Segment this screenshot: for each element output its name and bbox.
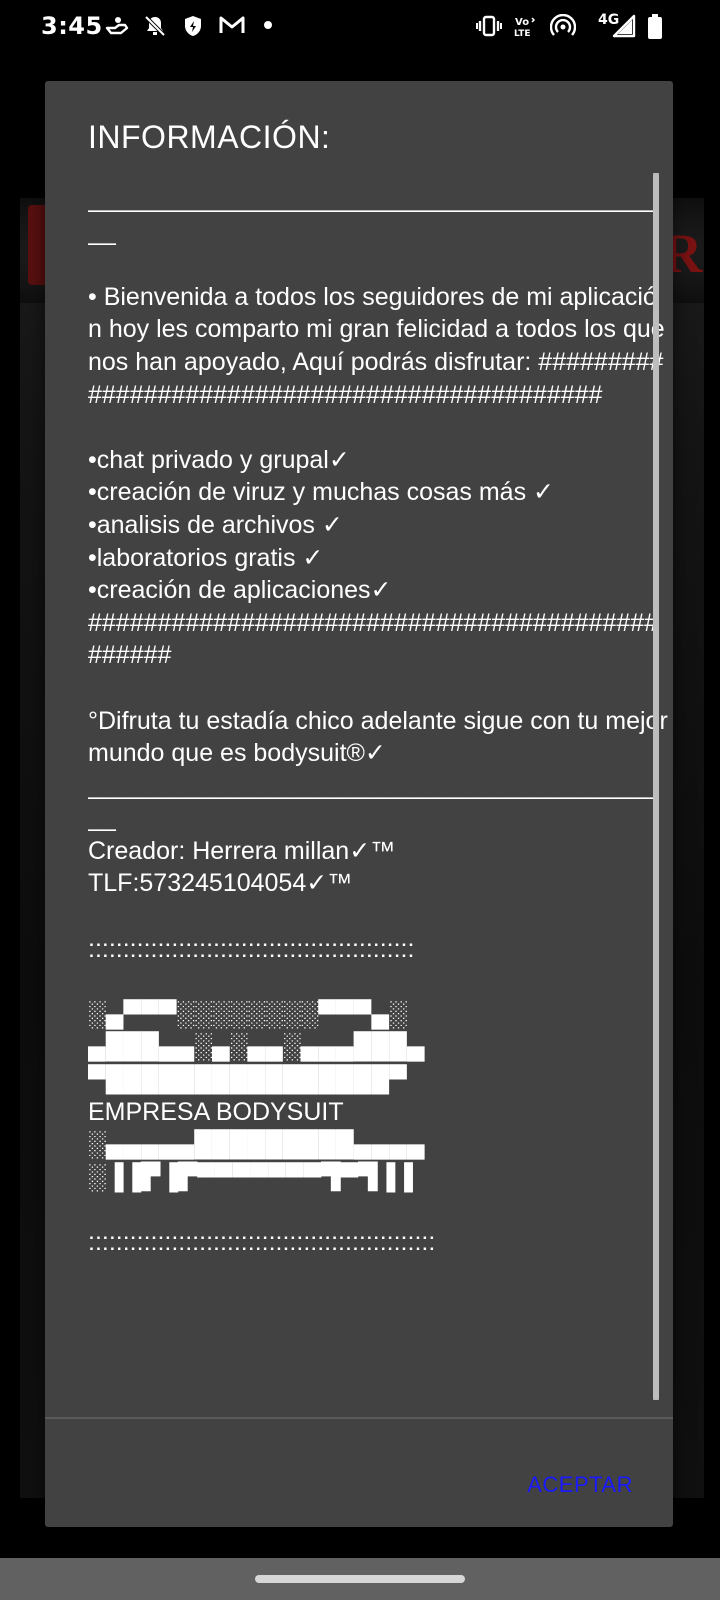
dialog-divider [45, 1417, 673, 1419]
status-bar: 3:45 Vo LTE 4G [0, 0, 720, 58]
dialog-scrollbar[interactable] [653, 173, 659, 1400]
svg-text:LTE: LTE [514, 29, 531, 39]
shield-icon [181, 14, 205, 38]
battery-icon [647, 14, 663, 40]
status-time: 3:45 [41, 12, 103, 40]
hotspot-icon [550, 14, 576, 38]
dot-icon [263, 20, 273, 30]
gmail-icon [219, 14, 245, 36]
home-gesture-handle[interactable] [255, 1575, 465, 1583]
vibrate-icon [476, 14, 502, 38]
screen: 3:45 Vo LTE 4G R INFORMACIÓN: __________… [0, 0, 720, 1600]
info-dialog: INFORMACIÓN: ___________________________… [45, 81, 673, 1527]
dialog-title: INFORMACIÓN: [88, 119, 331, 155]
svg-text:Vo: Vo [515, 17, 529, 28]
hand-icon [104, 14, 130, 38]
signal-icon [612, 14, 636, 38]
notifications-off-icon [143, 14, 167, 38]
volte-icon: Vo LTE [512, 15, 538, 39]
dialog-message[interactable]: ________________________________________… [88, 183, 668, 1483]
accept-button[interactable]: ACEPTAR [527, 1466, 633, 1504]
